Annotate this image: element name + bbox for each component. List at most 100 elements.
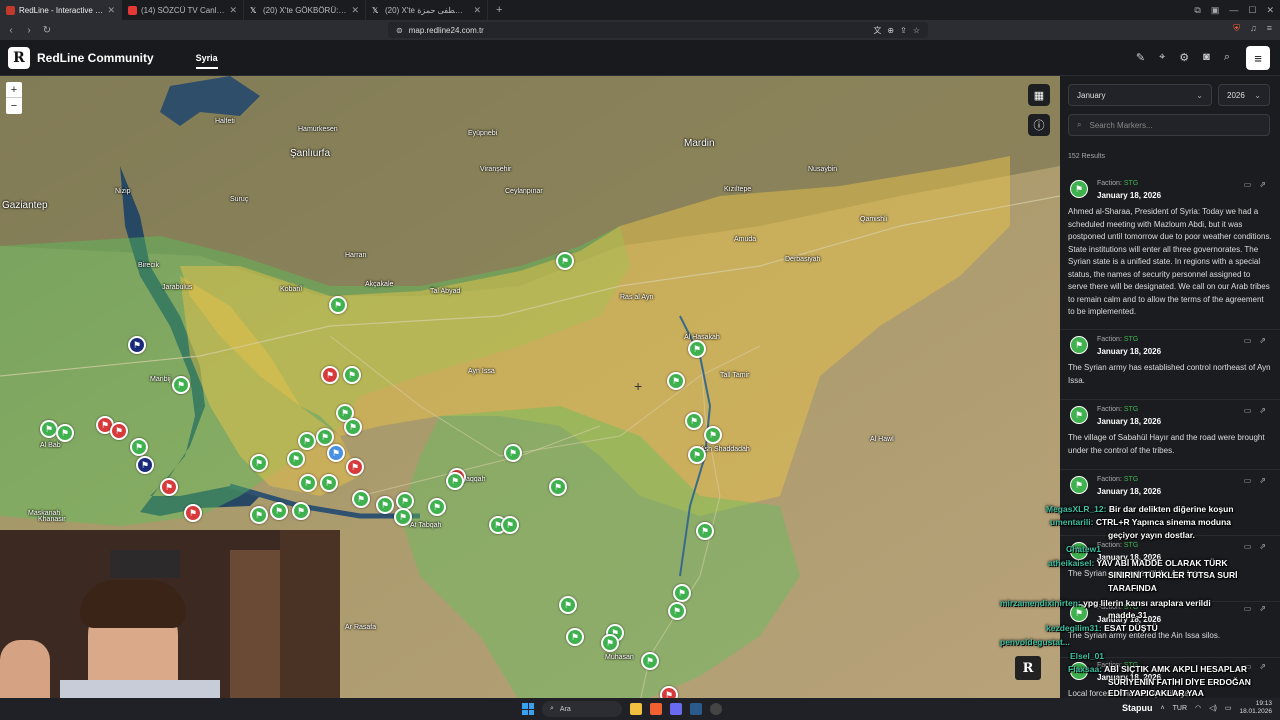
marker-green-icon[interactable]: ⚑	[292, 502, 310, 520]
external-link-icon[interactable]: ⇗	[1259, 336, 1266, 345]
marker-green-icon[interactable]: ⚑	[250, 454, 268, 472]
new-tab-button[interactable]: +	[488, 4, 510, 16]
music-icon[interactable]: ♫	[1250, 23, 1257, 34]
marker-green-icon[interactable]: ⚑	[696, 522, 714, 540]
video-icon[interactable]: ▭	[1244, 406, 1252, 415]
marker-card[interactable]: ⚑ Faction: STG January 18, 2026 ▭ ⇗ The v…	[1060, 404, 1280, 470]
close-tab-icon[interactable]: ✕	[229, 5, 237, 16]
close-tab-icon[interactable]: ✕	[473, 5, 481, 16]
close-window-icon[interactable]: ✕	[1266, 5, 1274, 16]
zoom-icon[interactable]: ⊕	[887, 26, 894, 35]
maximize-icon[interactable]: ☐	[1248, 5, 1256, 16]
video-icon[interactable]: ▭	[1244, 604, 1252, 613]
video-icon[interactable]: ▭	[1244, 336, 1252, 345]
marker-green-icon[interactable]: ⚑	[287, 450, 305, 468]
marker-green-icon[interactable]: ⚑	[352, 490, 370, 508]
site-info-icon[interactable]: ⊜	[396, 26, 403, 35]
marker-green-icon[interactable]: ⚑	[394, 508, 412, 526]
marker-green-icon[interactable]: ⚑	[428, 498, 446, 516]
back-icon[interactable]: ‹	[4, 25, 18, 36]
battery-icon[interactable]: ▭	[1225, 704, 1232, 712]
video-icon[interactable]: ▭	[1244, 542, 1252, 551]
address-bar[interactable]: ⊜ map.redline24.com.tr 文 ⊕ ⇪ ☆	[388, 22, 928, 38]
close-tab-icon[interactable]: ✕	[351, 5, 359, 16]
minimize-icon[interactable]: —	[1229, 5, 1238, 15]
location-pin-icon[interactable]: ⌖	[1159, 51, 1165, 64]
app-logo[interactable]: R	[8, 46, 30, 69]
external-link-icon[interactable]: ⇗	[1259, 180, 1266, 189]
search-icon[interactable]: ⌕	[1224, 51, 1230, 64]
marker-card[interactable]: ⚑ Faction: STG January 18, 2026 ▭ ⇗ The S…	[1060, 334, 1280, 400]
chevron-up-icon[interactable]: ˄	[1161, 705, 1165, 712]
external-link-icon[interactable]: ⇗	[1259, 542, 1266, 551]
marker-green-icon[interactable]: ⚑	[376, 496, 394, 514]
marker-green-icon[interactable]: ⚑	[601, 634, 619, 652]
marker-green-icon[interactable]: ⚑	[343, 366, 361, 384]
marker-green-icon[interactable]: ⚑	[298, 432, 316, 450]
hamburger-menu-button[interactable]: ≡	[1246, 46, 1270, 70]
marker-card[interactable]: ⚑ Faction: STG January 18, 2026 ▭ ⇗ Ahmed…	[1060, 178, 1280, 330]
translate-icon[interactable]: 文	[873, 25, 881, 36]
marker-green-icon[interactable]: ⚑	[344, 418, 362, 436]
obs-icon[interactable]	[710, 703, 722, 715]
menu-icon[interactable]: ≡	[1267, 23, 1272, 34]
marker-green-icon[interactable]: ⚑	[641, 652, 659, 670]
forward-icon[interactable]: ›	[22, 25, 36, 36]
marker-green-icon[interactable]: ⚑	[501, 516, 519, 534]
marker-green-icon[interactable]: ⚑	[688, 446, 706, 464]
marker-green-icon[interactable]: ⚑	[172, 376, 190, 394]
marker-green-icon[interactable]: ⚑	[673, 584, 691, 602]
marker-red-icon[interactable]: ⚑	[184, 504, 202, 522]
marker-green-icon[interactable]: ⚑	[250, 506, 268, 524]
volume-icon[interactable]: ◁)	[1209, 704, 1217, 712]
bookmark-icon[interactable]: ☆	[913, 26, 920, 35]
start-button[interactable]	[522, 703, 534, 715]
browser-tab[interactable]: (14) SÖZCÜ TV Canlı Yayını ᴴᴰ - It ✕	[122, 0, 244, 20]
zoom-in-button[interactable]: +	[6, 82, 22, 98]
marker-green-icon[interactable]: ⚑	[704, 426, 722, 444]
sidebar-icon[interactable]: ▣	[1211, 5, 1220, 16]
map-view[interactable]: Gaziantep Şanlıurfa Mardin Nizip Suruç H…	[0, 76, 1060, 702]
month-select[interactable]: January ⌄	[1068, 84, 1212, 106]
map-info-button[interactable]: ⓘ	[1028, 114, 1050, 136]
marker-red-icon[interactable]: ⚑	[110, 422, 128, 440]
close-tab-icon[interactable]: ✕	[107, 5, 115, 16]
zoom-out-button[interactable]: −	[6, 98, 22, 114]
shield-icon[interactable]: ⛨	[1233, 23, 1240, 34]
marker-green-icon[interactable]: ⚑	[566, 628, 584, 646]
settings-gear-icon[interactable]: ⚙	[1179, 51, 1189, 64]
marker-blue-icon[interactable]: ⚑	[128, 336, 146, 354]
external-link-icon[interactable]: ⇗	[1259, 406, 1266, 415]
map-layers-button[interactable]: ▦	[1028, 84, 1050, 106]
browser-tab[interactable]: 𝕏 (20) X'te GÖKBÖRÜ: "100 bin kişi ✕	[244, 0, 366, 20]
draw-icon[interactable]: ✎	[1136, 51, 1145, 64]
marker-green-icon[interactable]: ⚑	[299, 474, 317, 492]
video-icon[interactable]: ▭	[1244, 180, 1252, 189]
marker-green-icon[interactable]: ⚑	[668, 602, 686, 620]
external-link-icon[interactable]: ⇗	[1259, 662, 1266, 671]
marker-green-icon[interactable]: ⚑	[556, 252, 574, 270]
search-markers-input[interactable]: ⌕ Search Markers...	[1068, 114, 1270, 136]
share-icon[interactable]: ⇪	[900, 26, 907, 35]
marker-green-icon[interactable]: ⚑	[549, 478, 567, 496]
marker-green-icon[interactable]: ⚑	[40, 420, 58, 438]
browser-tab[interactable]: 𝕏 (20) X'te المصطفى حمزة: "Update: B ✕	[366, 0, 488, 20]
marker-green-icon[interactable]: ⚑	[56, 424, 74, 442]
taskbar-search[interactable]: ⌕ Ara	[542, 701, 622, 717]
marker-red-icon[interactable]: ⚑	[160, 478, 178, 496]
brand-name[interactable]: RedLine Community	[37, 51, 154, 65]
marker-green-icon[interactable]: ⚑	[559, 596, 577, 614]
marker-red-icon[interactable]: ⚑	[321, 366, 339, 384]
file-explorer-icon[interactable]	[630, 703, 642, 715]
browser-tab[interactable]: RedLine - Interactive Strategic M ✕	[0, 0, 122, 20]
marker-green-icon[interactable]: ⚑	[316, 428, 334, 446]
marker-green-icon[interactable]: ⚑	[446, 472, 464, 490]
steam-icon[interactable]	[690, 703, 702, 715]
year-select[interactable]: 2026 ⌄	[1218, 84, 1270, 106]
discord-icon[interactable]	[670, 703, 682, 715]
marker-green-icon[interactable]: ⚑	[270, 502, 288, 520]
marker-green-icon[interactable]: ⚑	[130, 438, 148, 456]
video-icon[interactable]: ▭	[1244, 476, 1252, 485]
external-link-icon[interactable]: ⇗	[1259, 476, 1266, 485]
brave-browser-icon[interactable]	[650, 703, 662, 715]
